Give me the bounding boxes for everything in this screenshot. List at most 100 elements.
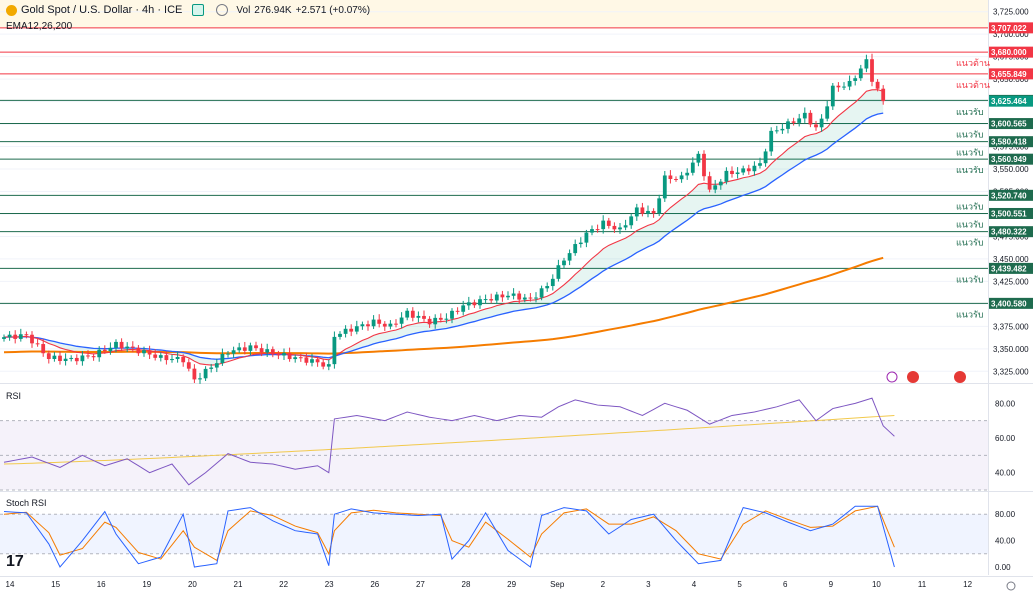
x-axis-label: 20 — [188, 580, 197, 589]
level-price-text: 3,600.565 — [991, 120, 1027, 129]
level-tag-label: แนวรับ — [956, 274, 984, 284]
candle-body — [819, 118, 824, 128]
candle-body — [707, 176, 712, 190]
candle-body — [679, 175, 684, 180]
x-axis-label: 22 — [279, 580, 288, 589]
candle-body — [175, 356, 180, 360]
x-axis-label: 29 — [507, 580, 516, 589]
x-axis-label: 14 — [6, 580, 15, 589]
candle-body — [399, 317, 404, 324]
candle-body — [567, 253, 572, 261]
candle-body — [780, 128, 785, 131]
candle-body — [511, 293, 516, 296]
candle-body — [735, 172, 740, 175]
legend-row: Gold Spot / U.S. Dollar · 4h · ICE Vol 2… — [6, 4, 370, 16]
level-price-text: 3,580.418 — [991, 138, 1027, 147]
candle-body — [119, 341, 124, 349]
candle-body — [276, 354, 281, 356]
candle-body — [147, 350, 152, 355]
candle-body — [674, 179, 678, 181]
x-axis-label: 4 — [692, 580, 697, 589]
candle-body — [875, 81, 880, 89]
level-price-text: 3,500.551 — [991, 209, 1027, 218]
candle-body — [237, 347, 242, 351]
candle-body — [2, 337, 6, 339]
us-flag-icon — [954, 371, 966, 383]
candle-body — [220, 353, 225, 364]
candle-body — [461, 305, 466, 312]
candle-body — [713, 185, 718, 190]
candle-body — [870, 59, 874, 82]
candle-body — [86, 355, 90, 357]
candle-body — [466, 302, 471, 306]
candle-body — [102, 349, 107, 352]
candle-body — [310, 359, 314, 363]
candle-body — [226, 353, 230, 355]
price-chart-svg[interactable]: 3,725.0003,700.0003,675.0003,650.0003,62… — [0, 0, 1033, 598]
candle-body — [349, 328, 354, 332]
candle-body — [125, 346, 130, 349]
candle-body — [702, 153, 706, 177]
candle-body — [573, 244, 578, 254]
candle-body — [52, 355, 57, 359]
candle-body — [433, 317, 438, 325]
candle-body — [63, 358, 68, 362]
level-tag-label: แนวรับ — [956, 309, 984, 319]
candle-body — [388, 323, 393, 327]
candle-body — [646, 210, 650, 214]
candle-body — [472, 302, 477, 306]
candle-body — [58, 355, 62, 362]
candle-body — [254, 345, 258, 349]
candle-body — [74, 357, 79, 362]
candle-body — [595, 229, 600, 231]
eye-icon[interactable] — [216, 4, 229, 16]
candle-body — [578, 242, 583, 245]
pane-divider — [0, 491, 1033, 492]
candle-body — [192, 368, 197, 380]
candle-body — [186, 362, 191, 369]
candle-body — [377, 319, 382, 324]
indicator-legend[interactable]: EMA12,26,200 — [6, 21, 72, 32]
candle-body — [606, 220, 611, 226]
level-price-text: 3,625.464 — [991, 97, 1027, 106]
candle-body — [410, 310, 415, 318]
chart-window: 3,725.0003,700.0003,675.0003,650.0003,62… — [0, 0, 1033, 598]
candle-body — [130, 346, 135, 348]
candle-body — [500, 294, 505, 298]
candle-body — [601, 220, 606, 230]
candle-body — [91, 356, 96, 358]
candle-body — [41, 344, 46, 354]
candle-body — [494, 294, 499, 301]
candle-body — [618, 227, 622, 230]
candle-body — [550, 278, 555, 287]
candle-body — [422, 315, 426, 319]
candle-body — [259, 348, 264, 353]
candle-body — [270, 349, 275, 355]
candle-body — [808, 112, 813, 125]
symbol-title[interactable]: Gold Spot / U.S. Dollar · 4h · ICE — [21, 4, 182, 16]
x-axis-label: 10 — [872, 580, 881, 589]
price-change: +2.571 (+0.07%) — [295, 4, 371, 16]
x-axis-label: 28 — [462, 580, 471, 589]
level-price-text: 3,655.849 — [991, 70, 1027, 79]
candle-body — [382, 323, 387, 327]
stoch-rsi-title[interactable]: Stoch RSI — [6, 498, 47, 508]
market-open-icon — [192, 4, 205, 16]
vol-value: 276.94K — [254, 4, 292, 16]
candle-body — [746, 168, 751, 172]
candle-body — [136, 347, 141, 354]
candle-body — [7, 334, 12, 338]
candle-body — [858, 68, 863, 79]
candle-body — [158, 355, 163, 358]
candle-body — [556, 265, 561, 279]
candle-body — [483, 299, 488, 301]
level-price-text: 3,520.740 — [991, 191, 1027, 200]
rsi-tick-label: 60.00 — [995, 434, 1016, 443]
candle-body — [343, 328, 348, 334]
rsi-title[interactable]: RSI — [6, 391, 21, 401]
candle-body — [825, 106, 830, 119]
x-axis-label: 11 — [918, 580, 927, 589]
candle-body — [170, 359, 174, 361]
candle-body — [769, 130, 774, 152]
candle-body — [164, 355, 169, 361]
